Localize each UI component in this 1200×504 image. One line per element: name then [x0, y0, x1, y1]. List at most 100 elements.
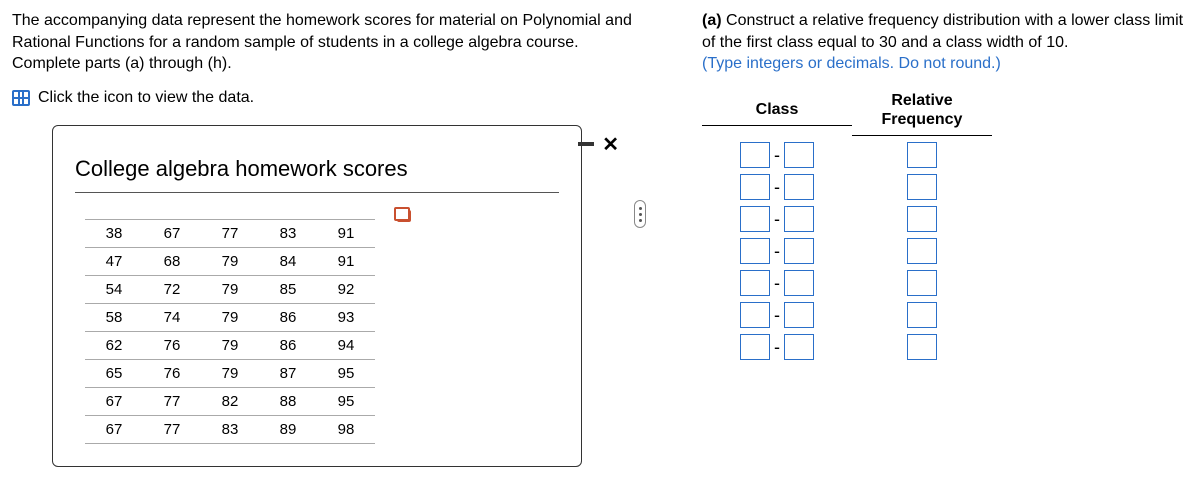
drag-handle-icon[interactable]	[634, 200, 646, 228]
table-cell: 68	[143, 247, 201, 275]
class-upper-input[interactable]	[784, 142, 814, 168]
class-header: Class	[702, 101, 852, 126]
dash: -	[774, 241, 780, 262]
data-table: 3867778391476879849154727985925874798693…	[85, 219, 375, 444]
dash: -	[774, 209, 780, 230]
rel-freq-input[interactable]	[907, 206, 937, 232]
table-cell: 89	[259, 415, 317, 443]
table-cell: 72	[143, 275, 201, 303]
class-cell: -	[702, 142, 852, 168]
table-cell: 67	[85, 415, 143, 443]
table-cell: 54	[85, 275, 143, 303]
data-grid-icon[interactable]	[12, 90, 30, 106]
dash: -	[774, 337, 780, 358]
close-icon[interactable]: ✕	[602, 132, 619, 157]
table-cell: 85	[259, 275, 317, 303]
table-cell: 65	[85, 359, 143, 387]
table-row: 6276798694	[85, 331, 375, 359]
rel-freq-cell	[852, 206, 992, 232]
table-cell: 58	[85, 303, 143, 331]
freq-row: -	[702, 302, 1188, 328]
table-cell: 86	[259, 303, 317, 331]
table-cell: 95	[317, 387, 375, 415]
rel-freq-cell	[852, 174, 992, 200]
table-cell: 67	[143, 219, 201, 247]
panel-title: College algebra homework scores	[75, 156, 559, 193]
relative-frequency-header: Relative Frequency	[852, 91, 992, 136]
freq-row: -	[702, 238, 1188, 264]
class-lower-input[interactable]	[740, 270, 770, 296]
class-lower-input[interactable]	[740, 334, 770, 360]
freq-row: -	[702, 206, 1188, 232]
table-cell: 86	[259, 331, 317, 359]
intro-text: The accompanying data represent the home…	[12, 10, 632, 75]
table-cell: 87	[259, 359, 317, 387]
class-cell: -	[702, 334, 852, 360]
rel-freq-input[interactable]	[907, 238, 937, 264]
class-upper-input[interactable]	[784, 302, 814, 328]
freq-row: -	[702, 270, 1188, 296]
class-cell: -	[702, 206, 852, 232]
table-cell: 88	[259, 387, 317, 415]
class-upper-input[interactable]	[784, 206, 814, 232]
class-lower-input[interactable]	[740, 174, 770, 200]
table-row: 5472798592	[85, 275, 375, 303]
table-cell: 38	[85, 219, 143, 247]
rel-freq-input[interactable]	[907, 270, 937, 296]
class-lower-input[interactable]	[740, 238, 770, 264]
minimize-icon[interactable]	[578, 142, 594, 146]
dash: -	[774, 273, 780, 294]
table-cell: 93	[317, 303, 375, 331]
table-cell: 79	[201, 275, 259, 303]
freq-row: -	[702, 334, 1188, 360]
class-lower-input[interactable]	[740, 142, 770, 168]
class-cell: -	[702, 174, 852, 200]
table-cell: 82	[201, 387, 259, 415]
dash: -	[774, 177, 780, 198]
freq-table-header: Class Relative Frequency	[702, 91, 1188, 136]
dash: -	[774, 145, 780, 166]
rel-freq-input[interactable]	[907, 174, 937, 200]
table-cell: 77	[143, 415, 201, 443]
class-cell: -	[702, 238, 852, 264]
table-cell: 67	[85, 387, 143, 415]
table-cell: 91	[317, 219, 375, 247]
table-cell: 79	[201, 303, 259, 331]
table-cell: 83	[259, 219, 317, 247]
table-cell: 79	[201, 247, 259, 275]
class-lower-input[interactable]	[740, 302, 770, 328]
table-row: 6576798795	[85, 359, 375, 387]
table-row: 6777828895	[85, 387, 375, 415]
class-upper-input[interactable]	[784, 334, 814, 360]
rel-freq-input[interactable]	[907, 302, 937, 328]
class-cell: -	[702, 302, 852, 328]
class-upper-input[interactable]	[784, 270, 814, 296]
table-cell: 62	[85, 331, 143, 359]
class-lower-input[interactable]	[740, 206, 770, 232]
freq-row: -	[702, 174, 1188, 200]
rel-freq-input[interactable]	[907, 334, 937, 360]
table-cell: 98	[317, 415, 375, 443]
rel-freq-cell	[852, 334, 992, 360]
table-cell: 92	[317, 275, 375, 303]
table-cell: 74	[143, 303, 201, 331]
table-cell: 76	[143, 331, 201, 359]
rel-freq-cell	[852, 142, 992, 168]
table-row: 5874798693	[85, 303, 375, 331]
table-cell: 94	[317, 331, 375, 359]
table-cell: 79	[201, 359, 259, 387]
class-cell: -	[702, 270, 852, 296]
view-data-link[interactable]: Click the icon to view the data.	[38, 89, 254, 107]
table-cell: 84	[259, 247, 317, 275]
table-row: 4768798491	[85, 247, 375, 275]
copy-icon[interactable]	[397, 210, 411, 222]
part-a-text: (a) Construct a relative frequency distr…	[702, 10, 1188, 75]
dash: -	[774, 305, 780, 326]
rel-freq-input[interactable]	[907, 142, 937, 168]
rel-freq-cell	[852, 302, 992, 328]
class-upper-input[interactable]	[784, 174, 814, 200]
class-upper-input[interactable]	[784, 238, 814, 264]
table-row: 6777838998	[85, 415, 375, 443]
rel-freq-cell	[852, 270, 992, 296]
table-cell: 77	[143, 387, 201, 415]
